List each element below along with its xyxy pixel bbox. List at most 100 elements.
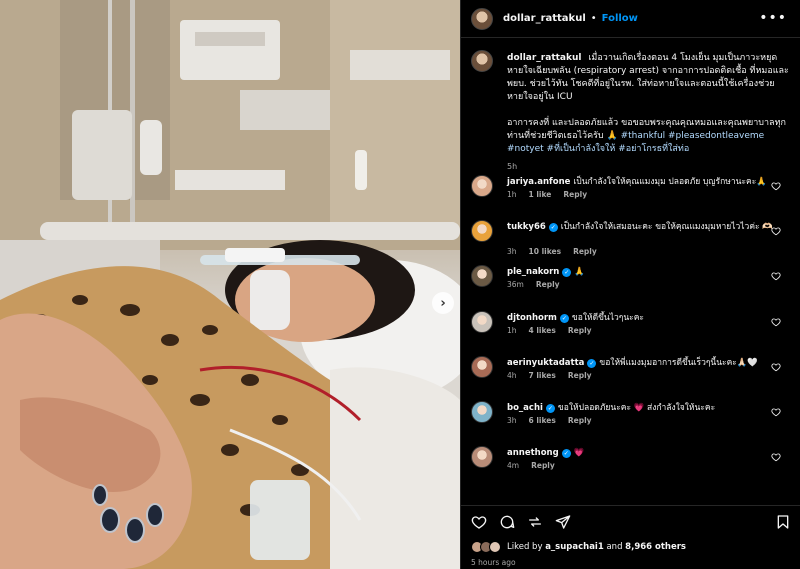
post-side-panel: dollar_rattakul • Follow ••• dollar_ratt… — [460, 0, 800, 569]
caption-text: dollar_rattakul เมื่อวานเกิดเรื่องตอน 4 … — [507, 52, 791, 169]
reply-button[interactable]: Reply — [568, 326, 592, 335]
avatar[interactable] — [471, 175, 493, 197]
reply-button[interactable]: Reply — [563, 190, 587, 199]
header-username[interactable]: dollar_rattakul — [503, 13, 586, 24]
comments-scroll-area[interactable]: dollar_rattakul เมื่อวานเกิดเรื่องตอน 4 … — [461, 38, 800, 508]
comment-like-heart-icon[interactable] — [771, 226, 781, 236]
comment-timestamp: 1h — [507, 326, 517, 335]
verified-badge-icon: ✓ — [559, 314, 569, 323]
comment-body: 🙏 — [574, 267, 585, 277]
caption-username[interactable]: dollar_rattakul — [507, 53, 581, 63]
comment-username[interactable]: djtonhorm — [507, 313, 557, 323]
comment-meta: 3h 6 likes Reply — [507, 416, 604, 425]
comment-item: tukky66 ✓ เป็นกำลังใจให้เสมอนะคะ ขอให้คุณแ… — [471, 220, 791, 260]
comment-item: annethong ✓ 💗 4m Reply — [471, 446, 791, 486]
comment-like-heart-icon[interactable] — [771, 452, 781, 462]
comment-like-heart-icon[interactable] — [771, 271, 781, 281]
comment-item: aerinyuktadatta ✓ ขอให้พี่แมงมุมอาการดีขึ้… — [471, 356, 791, 396]
liker-avatar — [489, 541, 501, 553]
verified-badge-icon: ✓ — [548, 223, 558, 232]
avatar[interactable] — [471, 220, 493, 242]
reply-button[interactable]: Reply — [536, 280, 560, 289]
comment-meta: 3h 10 likes Reply — [507, 247, 609, 256]
heart-icon[interactable] — [471, 514, 487, 530]
comment-like-count[interactable]: 6 likes — [529, 416, 556, 425]
comment-timestamp: 3h — [507, 247, 517, 256]
follow-button[interactable]: Follow — [602, 13, 638, 24]
comment-like-count[interactable]: 10 likes — [529, 247, 562, 256]
share-icon[interactable] — [527, 514, 543, 530]
comment-timestamp: 36m — [507, 280, 524, 289]
post-header: dollar_rattakul • Follow ••• — [461, 0, 800, 38]
comment-meta: 4m Reply — [507, 461, 567, 470]
send-icon[interactable] — [555, 514, 571, 530]
liked-by-count[interactable]: 8,966 others — [625, 542, 686, 552]
avatar[interactable] — [471, 356, 493, 378]
reply-button[interactable]: Reply — [573, 247, 597, 256]
comment-text: annethong ✓ 💗 — [507, 447, 777, 459]
comment-like-heart-icon[interactable] — [771, 317, 781, 327]
comment-like-heart-icon[interactable] — [771, 181, 781, 191]
comment-timestamp: 4m — [507, 461, 520, 470]
comment-body: เป็นกำลังใจให้คุณแมงมุม ปลอดภัย บุญรักษา… — [573, 177, 767, 187]
caption-timestamp: 5h — [507, 162, 518, 171]
comment-meta: 4h 7 likes Reply — [507, 371, 604, 380]
comment-username[interactable]: ple_nakorn — [507, 267, 559, 277]
post-footer: Liked by a_supachai1 and 8,966 others 5 … — [461, 505, 800, 569]
comment-item: jariya.anfone เป็นกำลังใจให้คุณแมงมุม ปลอ… — [471, 175, 791, 215]
separator-dot: • — [590, 13, 597, 24]
comment-body: เป็นกำลังใจให้เสมอนะคะ ขอให้คุณแมงมุมหาย… — [560, 222, 773, 232]
comment-like-count[interactable]: 7 likes — [529, 371, 556, 380]
comment-timestamp: 1h — [507, 190, 517, 199]
verified-badge-icon: ✓ — [545, 404, 555, 413]
comment-body: ขอให้ดีขึ้นไวๆนะคะ — [571, 313, 644, 323]
comment-meta: 36m Reply — [507, 280, 572, 289]
comment-item: djtonhorm ✓ ขอให้ดีขึ้นไวๆนะคะ 1h 4 likes Rep… — [471, 311, 791, 351]
comment-meta: 1h 1 like Reply — [507, 190, 599, 199]
comment-text: aerinyuktadatta ✓ ขอให้พี่แมงมุมอาการดีขึ้… — [507, 357, 777, 369]
verified-badge-icon: ✓ — [587, 359, 597, 368]
verified-badge-icon: ✓ — [561, 449, 571, 458]
comment-text: ple_nakorn ✓ 🙏 — [507, 266, 777, 278]
comment-meta: 1h 4 likes Reply — [507, 326, 604, 335]
comment-like-count[interactable]: 4 likes — [529, 326, 556, 335]
comment-like-heart-icon[interactable] — [771, 407, 781, 417]
comment-timestamp: 4h — [507, 371, 517, 380]
comment-text: jariya.anfone เป็นกำลังใจให้คุณแมงมุม ปลอ… — [507, 176, 777, 188]
verified-badge-icon: ✓ — [562, 268, 572, 277]
avatar[interactable] — [471, 311, 493, 333]
post-photo[interactable]: › — [0, 0, 460, 569]
comment-body: ขอให้พี่แมงมุมอาการดีขึ้นเร็วๆนี้นะคะ🙏🏻🤍 — [599, 358, 759, 368]
comment-item: ple_nakorn ✓ 🙏 36m Reply — [471, 265, 791, 305]
comment-username[interactable]: jariya.anfone — [507, 177, 570, 187]
hospital-photo-illustration — [0, 0, 460, 569]
comment-body: ขอให้ปลอดภัยนะคะ 💗 ส่งกำลังใจให้นะคะ — [557, 403, 716, 413]
avatar[interactable] — [471, 401, 493, 423]
bookmark-icon[interactable] — [775, 514, 791, 530]
comment-item: bo_achi ✓ ขอให้ปลอดภัยนะคะ 💗 ส่งกำลังใจให้… — [471, 401, 791, 441]
comment-text: tukky66 ✓ เป็นกำลังใจให้เสมอนะคะ ขอให้คุณแ… — [507, 221, 777, 233]
comment-like-count[interactable]: 1 like — [529, 190, 552, 199]
more-options-icon[interactable]: ••• — [759, 10, 787, 26]
reply-button[interactable]: Reply — [568, 371, 592, 380]
comment-username[interactable]: annethong — [507, 448, 559, 458]
comment-icon[interactable] — [499, 514, 515, 530]
comment-text: djtonhorm ✓ ขอให้ดีขึ้นไวๆนะคะ — [507, 312, 777, 324]
comment-username[interactable]: tukky66 — [507, 222, 546, 232]
comment-username[interactable]: bo_achi — [507, 403, 543, 413]
reply-button[interactable]: Reply — [568, 416, 592, 425]
post-timestamp: 5 hours ago — [471, 558, 516, 567]
comment-body: 💗 — [573, 448, 585, 458]
comment-timestamp: 3h — [507, 416, 517, 425]
liked-by-prefix: Liked by — [507, 542, 543, 552]
avatar[interactable] — [471, 265, 493, 287]
comment-username[interactable]: aerinyuktadatta — [507, 358, 584, 368]
liked-by-user[interactable]: a_supachai1 — [545, 542, 604, 552]
caption-avatar[interactable] — [471, 50, 493, 72]
avatar[interactable] — [471, 446, 493, 468]
next-photo-button[interactable]: › — [432, 292, 454, 314]
likes-summary[interactable]: Liked by a_supachai1 and 8,966 others — [471, 541, 686, 553]
reply-button[interactable]: Reply — [531, 461, 555, 470]
comment-like-heart-icon[interactable] — [771, 362, 781, 372]
avatar[interactable] — [471, 7, 493, 30]
